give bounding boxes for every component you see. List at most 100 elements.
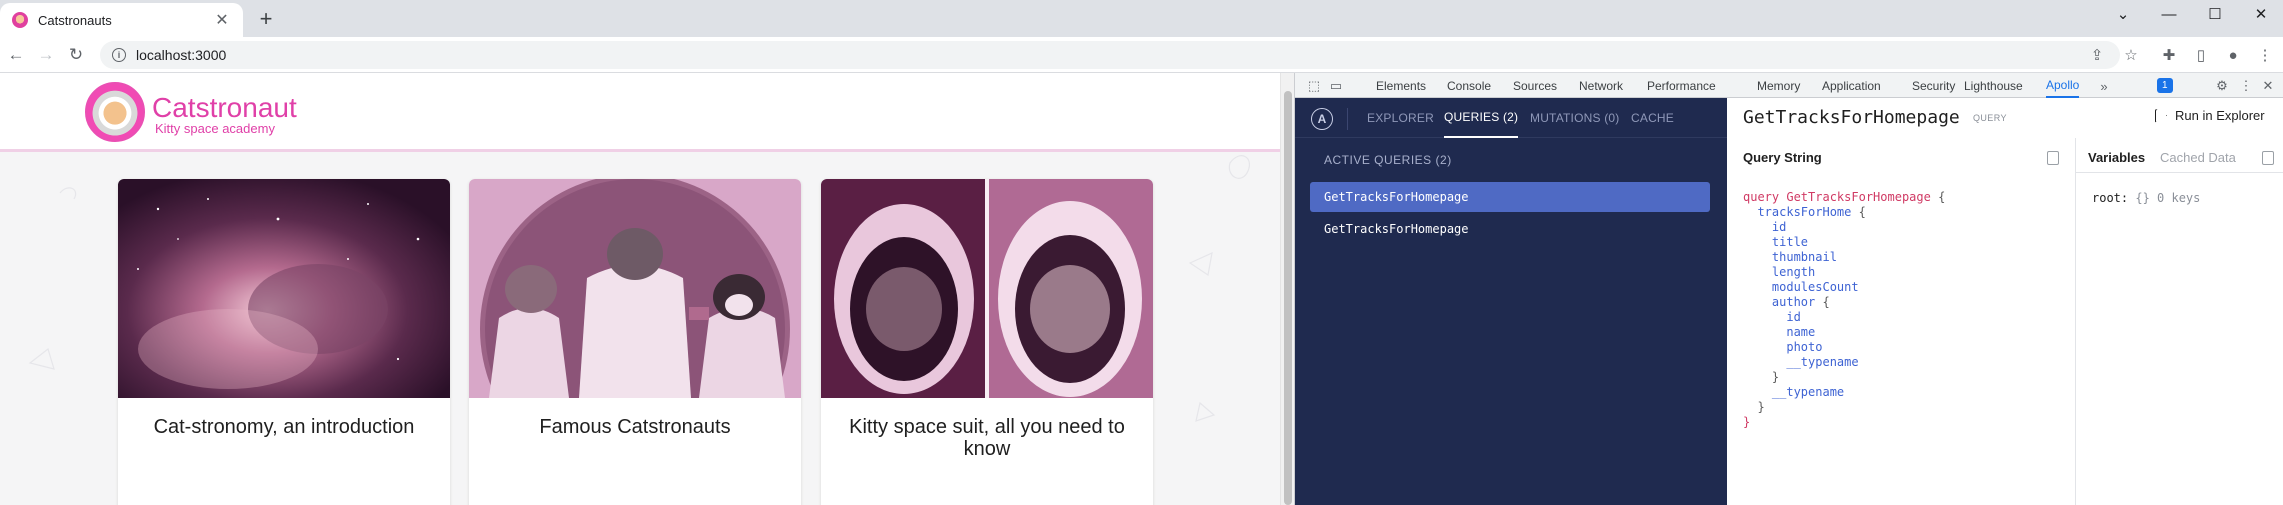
code-field: modulesCount (1771, 280, 1859, 294)
devtools-tab-memory[interactable]: Memory (1757, 73, 1800, 98)
issues-badge-count: 1 (2162, 80, 2168, 91)
page-viewport: Catstronaut Kitty space academy Cat-stro… (0, 73, 1280, 505)
minimize-icon[interactable]: — (2146, 0, 2192, 28)
run-in-explorer-button[interactable]: Run in Explorer (2155, 108, 2265, 123)
code-brace: { (1822, 295, 1830, 309)
apollo-tab-mutations[interactable]: MUTATIONS (0) (1530, 98, 1619, 138)
code-keyword: query (1743, 190, 1780, 204)
track-card-thumbnail (469, 179, 801, 398)
query-list-item[interactable]: GetTracksForHomepage (1310, 182, 1710, 212)
page-scrollbar-thumb[interactable] (1284, 91, 1292, 505)
variables-root: root: {} 0 keys (2092, 191, 2200, 205)
devtools-tab-apollo[interactable]: Apollo (2046, 73, 2080, 98)
logo-title[interactable]: Catstronaut (152, 92, 297, 124)
side-panel-icon[interactable]: ▯ (2190, 44, 2212, 66)
close-icon[interactable]: ✕ (213, 10, 231, 30)
code-field: thumbnail (1771, 250, 1837, 264)
code-brace: { (1938, 190, 1946, 204)
browser-tab-strip: Catstronauts ✕ + ⌄ — ☐ ✕ (0, 0, 2283, 37)
track-card-title: Cat-stronomy, an introduction (153, 416, 415, 438)
catstronaut-logo-icon[interactable] (85, 82, 145, 142)
window-close-icon[interactable]: ✕ (2238, 0, 2283, 28)
code-brace: { (1858, 205, 1866, 219)
devtools-tab-console[interactable]: Console (1447, 73, 1491, 98)
track-card[interactable]: Kitty space suit, all you need to know (821, 179, 1153, 505)
apollo-tab-queries[interactable]: QUERIES (2) (1444, 98, 1519, 138)
code-field: author (1771, 295, 1816, 309)
bookmark-star-icon[interactable]: ☆ (2120, 44, 2142, 66)
code-field: __typename (1771, 385, 1845, 399)
device-toolbar-icon[interactable]: ▭ (1327, 77, 1345, 95)
url-text: localhost:3000 (136, 47, 227, 63)
apollo-query-detail: GetTracksForHomepage QUERY Run in Explor… (1727, 98, 2283, 505)
close-icon[interactable]: ✕ (2259, 77, 2277, 95)
devtools-tab-elements[interactable]: Elements (1376, 73, 1426, 98)
query-code: query GetTracksForHomepage { tracksForHo… (1743, 190, 1945, 430)
query-list-item-label: GetTracksForHomepage (1324, 190, 1469, 204)
devtools-panel: ⬚ ▭ Elements Console Sources Network Per… (1294, 73, 2283, 505)
new-tab-icon[interactable]: + (252, 5, 280, 33)
apollo-logo-icon: A (1311, 108, 1333, 130)
devtools-tab-network[interactable]: Network (1579, 73, 1623, 98)
query-list-item[interactable]: GetTracksForHomepage (1310, 214, 1710, 244)
page-scrollbar[interactable] (1280, 73, 1294, 505)
browser-tab[interactable]: Catstronauts ✕ (0, 3, 243, 37)
more-menu-icon[interactable]: ⋮ (2237, 77, 2255, 95)
url-input[interactable]: i localhost:3000 (100, 41, 2120, 69)
devtools-tab-performance[interactable]: Performance (1647, 73, 1716, 98)
share-icon[interactable]: ⇪ (2086, 44, 2108, 66)
apollo-nav: A EXPLORER QUERIES (2) MUTATIONS (0) CAC… (1295, 98, 1727, 138)
devtools-tab-bar: ⬚ ▭ Elements Console Sources Network Per… (1295, 73, 2283, 98)
query-detail-title: GetTracksForHomepage (1743, 107, 1960, 128)
track-card[interactable]: Famous Catstronauts (469, 179, 801, 505)
variables-divider (2076, 172, 2283, 173)
play-icon (2155, 108, 2167, 123)
track-card-title: Kitty space suit, all you need to know (849, 416, 1125, 460)
active-queries-heading: ACTIVE QUERIES (2) (1324, 153, 1452, 167)
variables-root-key: root: (2092, 191, 2129, 205)
devtools-tab-security[interactable]: Security (1912, 73, 1955, 98)
info-icon[interactable]: i (112, 48, 126, 62)
profile-avatar-icon[interactable]: ● (2222, 44, 2244, 66)
tab-variables[interactable]: Variables (2088, 150, 2145, 165)
address-bar-row: ← → ↻ i localhost:3000 ⇪ ☆ ✚ ▯ ● ⋮ (0, 37, 2283, 73)
forward-arrow-icon[interactable]: → (34, 43, 58, 67)
query-string-label: Query String (1743, 150, 1822, 165)
query-kind-label: QUERY (1973, 113, 2007, 123)
code-field: id (1786, 310, 1801, 324)
code-brace: } (1757, 400, 1765, 414)
run-in-explorer-label: Run in Explorer (2175, 108, 2265, 123)
back-arrow-icon[interactable]: ← (4, 43, 28, 67)
code-field: title (1771, 235, 1809, 249)
devtools-tab-lighthouse[interactable]: Lighthouse (1964, 73, 2023, 98)
inspect-element-icon[interactable]: ⬚ (1305, 77, 1323, 95)
track-card-thumbnail (821, 179, 1153, 398)
apollo-tab-cache[interactable]: CACHE (1631, 98, 1674, 138)
catstronaut-favicon-icon (12, 12, 28, 28)
more-tabs-icon[interactable]: » (2095, 77, 2113, 95)
track-card-thumbnail (118, 179, 450, 398)
devtools-tab-sources[interactable]: Sources (1513, 73, 1557, 98)
logo-subtitle: Kitty space academy (155, 121, 275, 136)
reload-icon[interactable]: ↻ (64, 43, 88, 67)
more-menu-icon[interactable]: ⋮ (2254, 44, 2276, 66)
code-operation-name: GetTracksForHomepage (1786, 190, 1931, 204)
tab-cached-data[interactable]: Cached Data (2160, 150, 2236, 165)
track-card[interactable]: Cat-stronomy, an introduction (118, 179, 450, 505)
issues-badge[interactable]: 1 (2157, 78, 2173, 93)
code-field: name (1786, 325, 1816, 339)
extensions-puzzle-icon[interactable]: ✚ (2158, 44, 2180, 66)
query-list-item-label: GetTracksForHomepage (1324, 222, 1469, 236)
code-field: length (1771, 265, 1816, 279)
code-field: tracksForHome (1757, 205, 1852, 219)
apollo-tab-explorer[interactable]: EXPLORER (1367, 98, 1434, 138)
devtools-tab-application[interactable]: Application (1822, 73, 1881, 98)
code-brace: } (1771, 370, 1780, 384)
maximize-icon[interactable]: ☐ (2192, 0, 2238, 28)
copy-icon[interactable] (2262, 151, 2274, 165)
chevron-down-icon[interactable]: ⌄ (2100, 0, 2146, 28)
track-card-title: Famous Catstronauts (539, 416, 731, 438)
code-field: id (1771, 220, 1787, 234)
gear-icon[interactable]: ⚙ (2213, 77, 2231, 95)
copy-icon[interactable] (2047, 151, 2059, 165)
